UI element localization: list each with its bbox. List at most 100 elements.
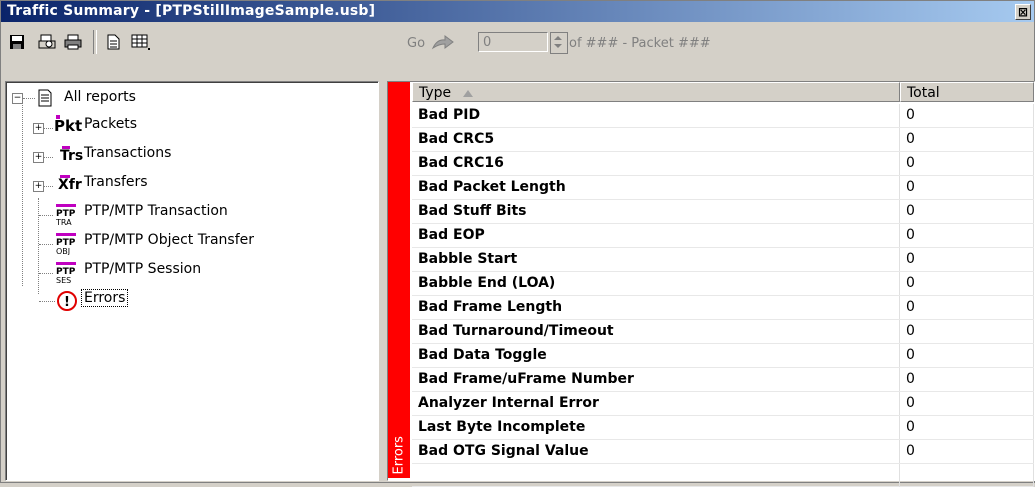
column-header-type-label: Type — [419, 85, 452, 101]
report-tree: − All reports + Pkt Packets + Trs Transa… — [5, 81, 379, 481]
error-icon: ! — [57, 291, 77, 311]
sort-ascending-icon — [463, 89, 474, 97]
error-total: 0 — [900, 416, 1034, 439]
save-icon — [10, 35, 24, 49]
table-row[interactable]: Bad Data Toggle 0 — [412, 344, 1034, 368]
spin-up-icon[interactable] — [554, 36, 562, 40]
save-button[interactable] — [7, 32, 27, 52]
error-total: 0 — [900, 296, 1034, 319]
svg-text:SES: SES — [56, 276, 71, 284]
print-preview-icon — [38, 34, 56, 49]
table-row[interactable]: Bad EOP 0 — [412, 224, 1034, 248]
transfer-icon: Xfr — [58, 177, 82, 193]
report-toolbar — [3, 24, 383, 60]
error-type: Bad EOP — [412, 224, 900, 247]
tree-item-label: Errors — [80, 289, 129, 307]
error-type: Babble Start — [412, 248, 900, 271]
error-type: Bad Data Toggle — [412, 344, 900, 367]
error-total: 0 — [900, 128, 1034, 151]
error-total: 0 — [900, 104, 1034, 127]
error-type: Bad Frame/uFrame Number — [412, 368, 900, 391]
packet-number-spinner[interactable] — [550, 32, 568, 54]
error-type: Bad OTG Signal Value — [412, 440, 900, 463]
print-preview-button[interactable] — [37, 32, 57, 52]
table-row[interactable]: Bad Frame Length 0 — [412, 296, 1034, 320]
table-view-button[interactable] — [131, 32, 151, 52]
close-icon: ⊠ — [1017, 5, 1029, 19]
collapse-icon[interactable]: − — [12, 93, 23, 104]
transaction-icon: Trs — [60, 148, 84, 164]
table-view-icon — [131, 34, 150, 50]
error-total: 0 — [900, 344, 1034, 367]
tree-item-label: PTP/MTP Session — [84, 261, 202, 277]
table-row[interactable]: Babble Start 0 — [412, 248, 1034, 272]
error-type: Last Byte Incomplete — [412, 416, 900, 439]
ptp-object-transfer-icon: PTPOBJ — [56, 233, 76, 255]
error-type: Bad Stuff Bits — [412, 200, 900, 223]
spin-down-icon[interactable] — [554, 44, 562, 48]
packet-navigator: Go 0 of ### - Packet ### — [387, 24, 1033, 60]
error-total: 0 — [900, 224, 1034, 247]
table-row[interactable]: Bad Turnaround/Timeout 0 — [412, 320, 1034, 344]
column-header-total[interactable]: Total — [900, 82, 1034, 102]
window-title: Traffic Summary - [PTPStillImageSample.u… — [7, 3, 376, 19]
error-total: 0 — [900, 440, 1034, 463]
error-type: Bad CRC16 — [412, 152, 900, 175]
error-type: Bad Packet Length — [412, 176, 900, 199]
table-row[interactable]: Bad Frame/uFrame Number 0 — [412, 368, 1034, 392]
table-row[interactable]: Bad PID 0 — [412, 104, 1034, 128]
go-label: Go — [407, 36, 426, 51]
tree-item-label: PTP/MTP Transaction — [84, 203, 228, 219]
go-button[interactable] — [431, 34, 457, 56]
table-row[interactable]: Bad CRC5 0 — [412, 128, 1034, 152]
svg-text:TRA: TRA — [55, 218, 72, 226]
error-total: 0 — [900, 248, 1034, 271]
table-row[interactable]: Bad OTG Signal Value 0 — [412, 440, 1034, 464]
error-total: 0 — [900, 200, 1034, 223]
errors-grid: Errors Type Total Bad PID 0 Bad CRC5 0 Bad… — [387, 81, 1035, 487]
grid-rows: Bad PID 0 Bad CRC5 0 Bad CRC16 0 Bad Packet… — [412, 104, 1034, 487]
error-total: 0 — [900, 152, 1034, 175]
report-button[interactable] — [103, 32, 123, 52]
tree-item-label: All reports — [64, 89, 136, 105]
column-header-type[interactable]: Type — [412, 82, 900, 102]
ptp-transaction-icon: PTPTRA — [55, 204, 76, 226]
error-total: 0 — [900, 176, 1034, 199]
go-arrow-icon — [431, 35, 454, 50]
all-reports-icon — [38, 89, 52, 107]
packet-number-input[interactable]: 0 — [478, 32, 548, 52]
error-type: Bad Frame Length — [412, 296, 900, 319]
errors-side-bar: Errors — [388, 82, 410, 478]
table-row[interactable]: Analyzer Internal Error 0 — [412, 392, 1034, 416]
title-bar[interactable]: Traffic Summary - [PTPStillImageSample.u… — [1, 1, 1034, 22]
error-total: 0 — [900, 272, 1034, 295]
error-total: 0 — [900, 320, 1034, 343]
packet-icon: Pkt — [54, 117, 83, 135]
close-button[interactable]: ⊠ — [1015, 4, 1031, 20]
traffic-summary-window: Traffic Summary - [PTPStillImageSample.u… — [0, 0, 1035, 487]
table-row[interactable]: Bad Packet Length 0 — [412, 176, 1034, 200]
error-type: Bad CRC5 — [412, 128, 900, 151]
svg-text:!: ! — [64, 295, 70, 310]
error-total: 0 — [900, 392, 1034, 415]
error-type: Bad Turnaround/Timeout — [412, 320, 900, 343]
toolbar-separator — [93, 30, 97, 54]
tree-item-label: PTP/MTP Object Transfer — [84, 232, 255, 248]
empty-row — [412, 464, 1034, 487]
table-row[interactable]: Bad Stuff Bits 0 — [412, 200, 1034, 224]
table-row[interactable]: Babble End (LOA) 0 — [412, 272, 1034, 296]
error-type: Analyzer Internal Error — [412, 392, 900, 415]
table-row[interactable]: Bad CRC16 0 — [412, 152, 1034, 176]
ptp-session-icon: PTPSES — [56, 262, 76, 284]
print-icon — [64, 34, 82, 50]
packet-range-label: of ### - Packet ### — [569, 36, 711, 51]
print-button[interactable] — [63, 32, 83, 52]
tree-line — [22, 98, 24, 286]
error-type: Bad PID — [412, 104, 900, 127]
tree-item-label: Transactions — [84, 145, 172, 161]
column-header-total-label: Total — [907, 85, 940, 101]
svg-text:OBJ: OBJ — [56, 247, 70, 255]
tree-item-label: Packets — [84, 116, 138, 132]
table-row[interactable]: Last Byte Incomplete 0 — [412, 416, 1034, 440]
grid-header: Type Total — [412, 82, 1034, 104]
